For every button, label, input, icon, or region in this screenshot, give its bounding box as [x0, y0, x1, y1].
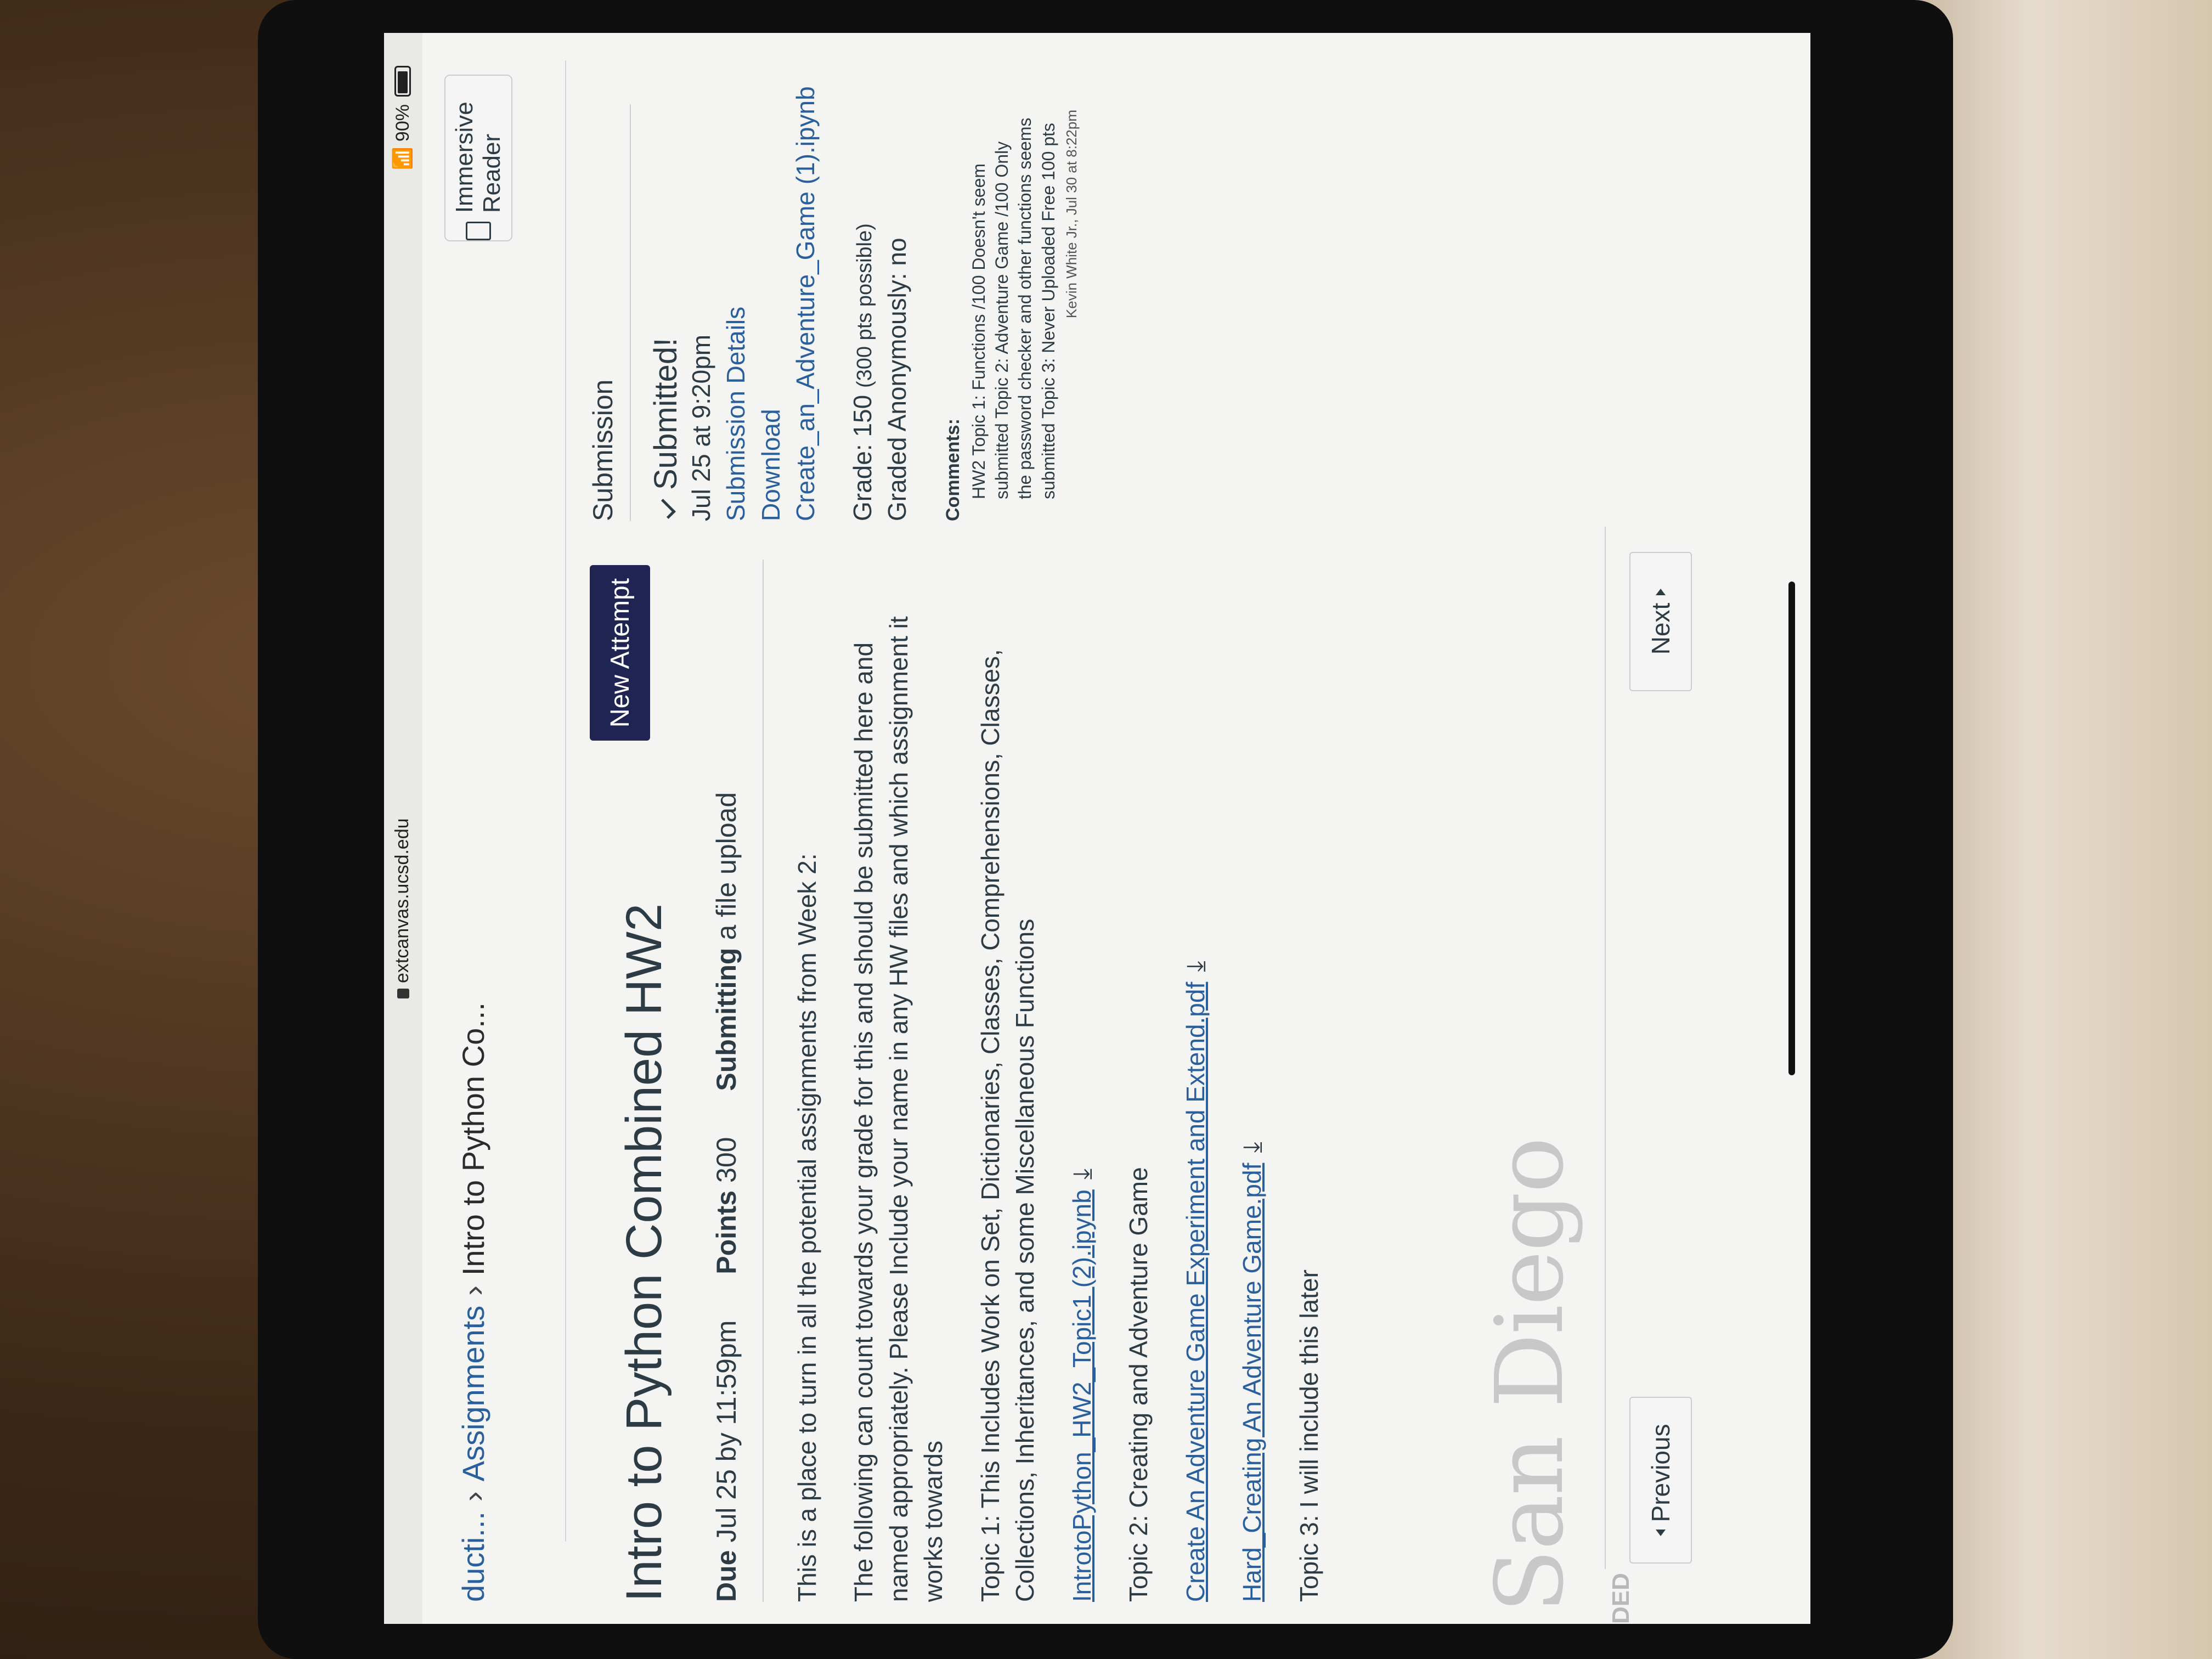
- comments-heading: Comments:: [942, 418, 963, 521]
- breadcrumb-course[interactable]: ducti...: [456, 1511, 490, 1602]
- previous-label: Previous: [1646, 1424, 1675, 1522]
- lock-icon: [397, 989, 409, 998]
- due-value: Jul 25 by 11:59pm: [711, 1320, 742, 1543]
- file-link-topic1[interactable]: IntrotoPython_HW2_Topic1 (2).ipynb: [1068, 1189, 1096, 1602]
- page-title: Intro to Python Combined HW2: [616, 903, 672, 1602]
- next-button[interactable]: Next: [1629, 552, 1692, 691]
- grade: Grade: 150 (300 pts possible): [845, 49, 880, 521]
- new-attempt-button[interactable]: New Attempt: [590, 565, 650, 741]
- battery-status: 📶 90%: [392, 66, 414, 170]
- battery-percent: 90%: [392, 104, 413, 142]
- breadcrumb: ducti... › Assignments › Intro to Python Co.…: [455, 1002, 491, 1602]
- file-link-row: Hard_Creating An Adventure Game.pdf ⤓: [1235, 571, 1269, 1602]
- divider: [763, 560, 764, 1602]
- description-paragraph: Topic 1: This Includes Work on Set, Dict…: [975, 649, 1040, 1602]
- breadcrumb-assignments[interactable]: Assignments: [456, 1306, 490, 1482]
- comment-author: Kevin White Jr., Jul 30 at 8:22pm: [1063, 110, 1080, 319]
- download-icon[interactable]: ⤓: [1178, 961, 1213, 972]
- assignment-description: This is a place to turn in all the poten…: [790, 571, 1348, 1602]
- background-cloth: [1909, 0, 2212, 1659]
- triangle-left-icon: [1656, 1530, 1666, 1537]
- submission-sidebar: Submission Submitted! Jul 25 at 9:20pm S…: [587, 49, 1080, 521]
- url-text: extcanvas.ucsd.edu: [392, 818, 413, 983]
- tablet-screen: extcanvas.ucsd.edu 📶 90% ducti... › Assignm…: [384, 33, 1810, 1624]
- download-icon[interactable]: ⤓: [1235, 1142, 1269, 1153]
- chevron-right-icon: ›: [456, 1491, 490, 1502]
- graded-anonymously: Graded Anonymously: no: [883, 238, 912, 521]
- chevron-right-icon: ›: [456, 1285, 490, 1296]
- submission-status: Submitted!: [647, 49, 684, 521]
- check-icon: [656, 499, 676, 519]
- due-label: Due: [711, 1550, 742, 1602]
- previous-button[interactable]: Previous: [1629, 1397, 1692, 1564]
- file-link-row: Create An Adventure Game Experiment and …: [1178, 571, 1213, 1602]
- comment-text: HW2 Topic 1: Functions /100 Doesn't seem…: [968, 117, 1058, 499]
- battery-icon: [394, 66, 411, 97]
- description-paragraph: This is a place to turn in all the poten…: [793, 853, 821, 1602]
- file-link-adventure-extend[interactable]: Create An Adventure Game Experiment and …: [1181, 982, 1210, 1602]
- download-link[interactable]: Download: [757, 409, 785, 521]
- next-label: Next: [1646, 602, 1675, 655]
- san-diego-watermark: San Diego: [1476, 1138, 1584, 1613]
- home-indicator[interactable]: [1788, 582, 1795, 1075]
- immersive-reader-button[interactable]: Immersive Reader: [444, 75, 512, 241]
- file-link-row: IntrotoPython_HW2_Topic1 (2).ipynb ⤓: [1065, 571, 1099, 1602]
- assignment-meta: Due Jul 25 by 11:59pm Points 300 Submittin…: [710, 754, 742, 1602]
- file-link-adventure-hard[interactable]: Hard_Creating An Adventure Game.pdf: [1238, 1163, 1266, 1602]
- points-value: 300: [711, 1137, 742, 1183]
- address-bar[interactable]: extcanvas.ucsd.edu: [392, 818, 413, 998]
- download-icon[interactable]: ⤓: [1065, 1169, 1099, 1180]
- submission-date: Jul 25 at 9:20pm: [687, 334, 715, 521]
- immersive-reader-icon: [466, 222, 491, 240]
- wifi-icon: 📶: [392, 147, 413, 171]
- description-paragraph: The following can count towards your gra…: [849, 616, 948, 1602]
- submitting-value: a file upload: [711, 792, 742, 940]
- description-paragraph: Topic 3: I will include this later: [1294, 1269, 1323, 1602]
- breadcrumb-current: Intro to Python Co...: [456, 1002, 490, 1276]
- submission-details-link[interactable]: Submission Details: [721, 307, 750, 521]
- submission-status-text: Submitted!: [648, 337, 684, 490]
- watermark-fragment: DED: [1607, 1573, 1634, 1624]
- grade-possible: (300 pts possible): [853, 223, 876, 388]
- divider: [565, 60, 566, 1542]
- points-label: Points: [711, 1190, 742, 1274]
- description-paragraph: Topic 2: Creating and Adventure Game: [1124, 1167, 1153, 1602]
- triangle-right-icon: [1656, 588, 1666, 595]
- status-bar: extcanvas.ucsd.edu 📶 90%: [384, 33, 422, 1624]
- divider: [1605, 527, 1606, 1569]
- submitting-label: Submitting: [711, 947, 742, 1091]
- immersive-reader-label: Immersive Reader: [451, 101, 505, 213]
- grade-value: Grade: 150: [848, 394, 877, 521]
- submission-heading: Submission: [587, 104, 631, 521]
- submitted-file-link[interactable]: Create_an_Adventure_Game (1).ipynb: [791, 86, 820, 521]
